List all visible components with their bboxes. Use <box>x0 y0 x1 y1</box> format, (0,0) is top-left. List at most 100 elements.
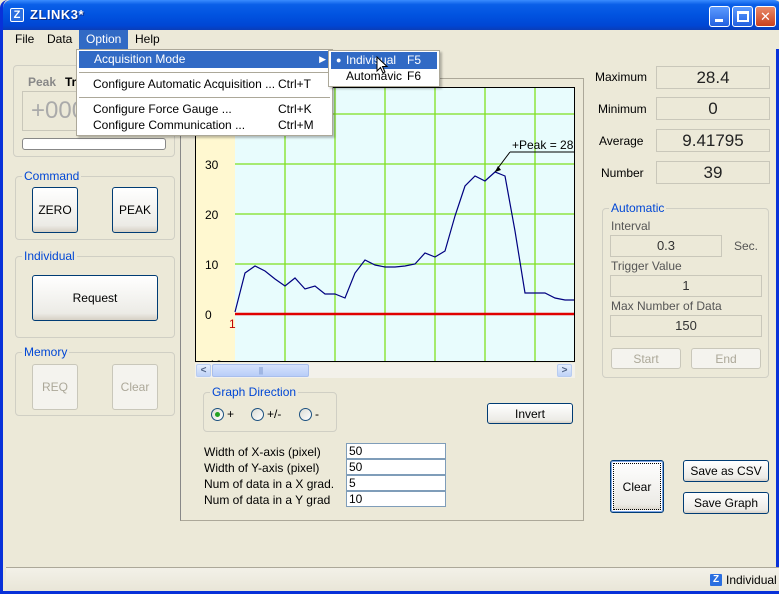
configure-force-gauge-label: Configure Force Gauge ... <box>93 102 232 116</box>
acquisition-mode-label: Acquisition Mode <box>94 52 186 66</box>
clear-button[interactable]: Clear <box>610 460 664 513</box>
direction-plusminus-label: +/- <box>267 407 282 421</box>
direction-plusminus-radio[interactable] <box>251 408 264 421</box>
mode-track-label[interactable]: Tr <box>65 75 76 89</box>
average-label: Average <box>599 134 644 148</box>
graph-panel: 30 20 10 0 - 10 1 +Peak = 28 < |||| > Graph Dir… <box>180 78 584 521</box>
y-tick-label: 10 <box>205 258 219 272</box>
scroll-right-arrow-icon[interactable]: > <box>557 364 572 377</box>
submenu-arrow-icon: ▶ <box>319 54 326 64</box>
x-axis-width-input[interactable]: 50 <box>346 443 446 459</box>
interval-value: 0.3 <box>610 235 722 257</box>
y-tick-label: 0 <box>205 308 212 322</box>
command-group: Command ZERO PEAK <box>15 169 175 240</box>
trigger-value-label: Trigger Value <box>611 259 682 273</box>
automatic-label: Automavic <box>346 69 403 83</box>
y-grad-data-input[interactable]: 10 <box>346 491 446 507</box>
interval-label: Interval <box>611 219 651 233</box>
menu-configure-automatic[interactable]: Configure Automatic Acquisition ... Ctrl… <box>79 76 330 93</box>
graph-direction-group: Graph Direction + +/- - <box>203 385 337 432</box>
number-value: 39 <box>656 161 770 184</box>
direction-plus-radio[interactable] <box>211 408 224 421</box>
option-menu: Acquisition Mode ▶ Configure Automatic A… <box>76 49 333 136</box>
memory-clear-button[interactable]: Clear <box>112 364 158 410</box>
end-button[interactable]: End <box>691 348 761 369</box>
request-button[interactable]: Request <box>32 275 158 321</box>
zero-button[interactable]: ZERO <box>32 187 78 233</box>
start-button[interactable]: Start <box>611 348 681 369</box>
close-icon: ✕ <box>760 9 771 24</box>
x-start-label: 1 <box>229 317 236 331</box>
individual-shortcut: F5 <box>407 53 422 67</box>
scroll-left-arrow-icon[interactable]: < <box>196 364 211 377</box>
configure-communication-label: Configure Communication ... <box>93 118 246 132</box>
scroll-thumb[interactable]: |||| <box>212 364 309 377</box>
individual-group-title: Individual <box>22 249 77 263</box>
configure-communication-shortcut: Ctrl+M <box>278 118 314 132</box>
minimize-icon <box>715 19 723 22</box>
mode-status-icon: Z <box>710 574 722 586</box>
minimum-value: 0 <box>656 97 770 120</box>
y-axis-width-label: Width of Y-axis (pixel) <box>204 461 320 475</box>
mode-peak-label[interactable]: Peak <box>28 75 56 89</box>
maximize-button[interactable] <box>732 6 753 27</box>
automatic-group-title: Automatic <box>609 201 667 215</box>
automatic-shortcut: F6 <box>407 69 422 83</box>
x-grad-data-label: Num of data in a X grad. <box>204 477 335 491</box>
number-label: Number <box>601 166 644 180</box>
direction-minus-radio[interactable] <box>299 408 312 421</box>
x-grad-data-input[interactable]: 5 <box>346 475 446 491</box>
window-title: ZLINK3* <box>30 7 85 22</box>
peak-button[interactable]: PEAK <box>112 187 158 233</box>
y-tick-label: 30 <box>205 158 219 172</box>
menu-configure-force-gauge[interactable]: Configure Force Gauge ... Ctrl+K <box>79 101 330 118</box>
individual-group: Individual Request <box>15 249 175 338</box>
memory-req-button[interactable]: REQ <box>32 364 78 410</box>
status-bar: Z Individual <box>6 567 779 591</box>
mouse-cursor-icon <box>376 56 389 74</box>
selected-bullet-icon: ● <box>336 55 342 65</box>
memory-group: Memory REQ Clear <box>15 345 175 416</box>
title-bar[interactable]: Z ZLINK3* ✕ <box>3 0 779 30</box>
menu-file[interactable]: File <box>8 30 41 49</box>
minimum-label: Minimum <box>598 102 647 116</box>
average-value: 9.41795 <box>656 129 770 152</box>
interval-unit: Sec. <box>734 239 759 253</box>
menu-separator <box>79 72 330 73</box>
configure-force-gauge-shortcut: Ctrl+K <box>278 102 312 116</box>
menu-data[interactable]: Data <box>40 30 79 49</box>
maximize-icon <box>737 11 749 22</box>
direction-minus-label: - <box>315 407 319 421</box>
mode-status-text: Individual <box>726 573 777 587</box>
graph-direction-title: Graph Direction <box>210 385 299 399</box>
minimize-button[interactable] <box>709 6 730 27</box>
menu-option[interactable]: Option <box>79 30 128 49</box>
menu-separator <box>79 97 330 98</box>
x-axis-width-label: Width of X-axis (pixel) <box>204 445 321 459</box>
close-button[interactable]: ✕ <box>755 6 776 27</box>
max-number-value: 150 <box>610 315 762 337</box>
chart-horizontal-scrollbar[interactable]: < |||| > <box>195 363 575 378</box>
trigger-value: 1 <box>610 275 762 297</box>
invert-button[interactable]: Invert <box>487 403 573 424</box>
menu-help[interactable]: Help <box>128 30 167 49</box>
automatic-group: Automatic Interval 0.3 Sec. Trigger Valu… <box>602 201 769 378</box>
y-grad-data-label: Num of data in a Y grad <box>204 493 331 507</box>
maximum-value: 28.4 <box>656 66 770 89</box>
save-csv-button[interactable]: Save as CSV <box>683 460 769 482</box>
maximum-label: Maximum <box>595 70 648 84</box>
y-tick-label: 20 <box>205 208 219 222</box>
configure-automatic-label: Configure Automatic Acquisition ... <box>93 77 276 91</box>
command-group-title: Command <box>22 169 82 183</box>
save-graph-button[interactable]: Save Graph <box>683 492 769 514</box>
app-logo-icon: Z <box>10 8 24 22</box>
max-number-label: Max Number of Data <box>611 299 722 313</box>
peak-annotation-label: +Peak = 28 <box>512 138 574 152</box>
memory-group-title: Memory <box>22 345 70 359</box>
configure-automatic-shortcut: Ctrl+T <box>278 77 311 91</box>
direction-plus-label: + <box>227 407 235 421</box>
menu-configure-communication[interactable]: Configure Communication ... Ctrl+M <box>79 117 330 134</box>
progress-bar <box>22 138 166 150</box>
y-axis-width-input[interactable]: 50 <box>346 459 446 475</box>
menu-acquisition-mode[interactable]: Acquisition Mode ▶ <box>79 51 330 68</box>
